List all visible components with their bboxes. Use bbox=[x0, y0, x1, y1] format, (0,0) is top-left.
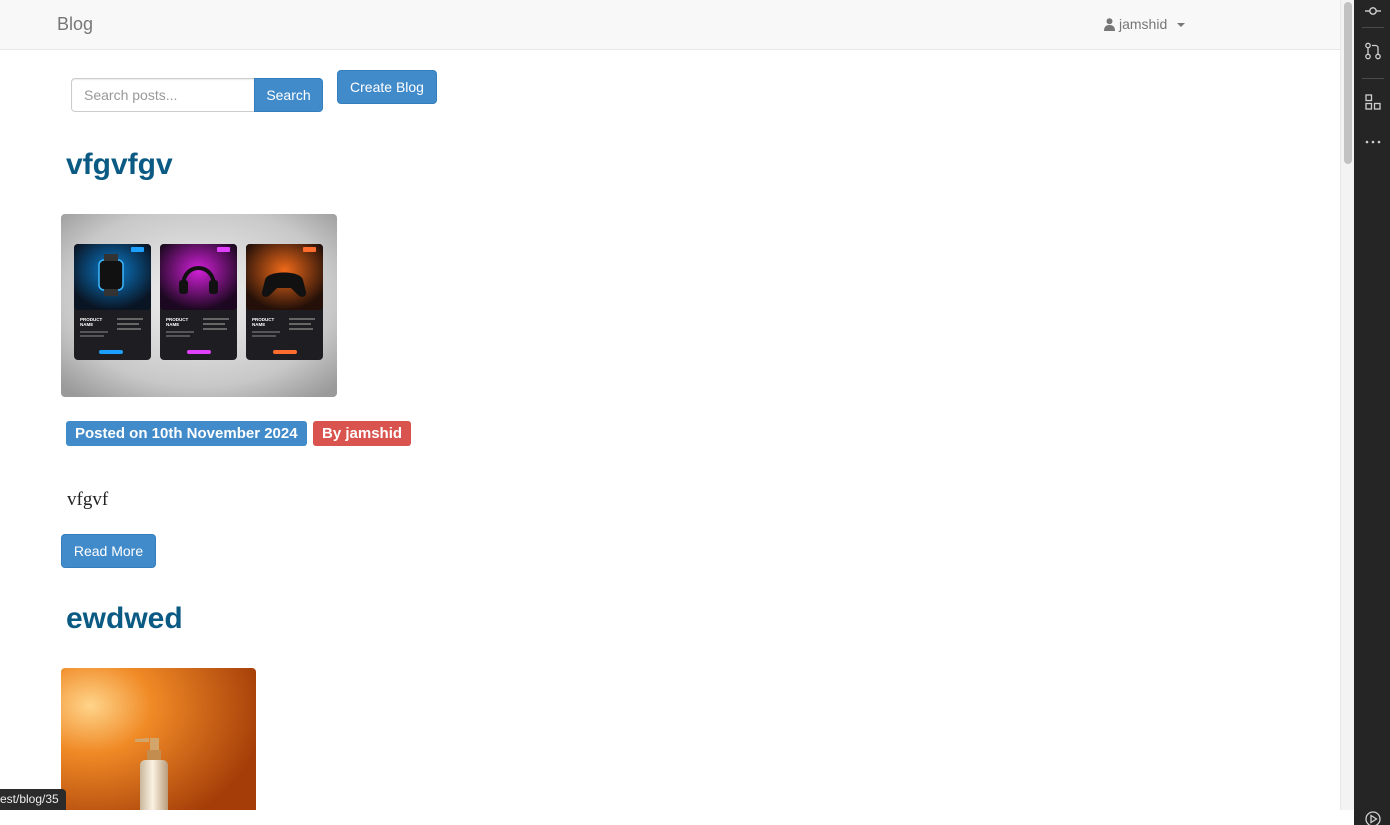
product-cards-image: PRODUCT NAME PRODUCT NAME PRODUCT NAME bbox=[61, 214, 337, 397]
browser-viewport: Blog jamshid Search Create Blog vfgvfgv bbox=[0, 0, 1340, 810]
search-form: Search bbox=[71, 78, 323, 112]
scrollbar-thumb[interactable] bbox=[1344, 2, 1352, 164]
status-bar-url: est/blog/35 bbox=[0, 789, 66, 810]
search-button[interactable]: Search bbox=[254, 78, 323, 112]
page-scrollbar[interactable] bbox=[1340, 0, 1354, 810]
more-icon[interactable] bbox=[1364, 133, 1382, 151]
post-date-badge: Posted on 10th November 2024 bbox=[66, 421, 307, 446]
user-dropdown[interactable]: jamshid bbox=[1104, 16, 1186, 32]
caret-down-icon bbox=[1177, 23, 1186, 27]
user-name: jamshid bbox=[1119, 16, 1168, 32]
post-title[interactable]: vfgvfgv bbox=[66, 148, 173, 182]
search-input[interactable] bbox=[71, 78, 254, 112]
post-title[interactable]: ewdwed bbox=[66, 602, 183, 636]
user-icon bbox=[1104, 17, 1115, 31]
svg-text:NAME: NAME bbox=[80, 322, 93, 327]
read-more-button[interactable]: Read More bbox=[61, 534, 156, 568]
window-bottom-edge bbox=[0, 810, 1354, 825]
post-image[interactable] bbox=[61, 668, 256, 810]
svg-text:NAME: NAME bbox=[252, 322, 265, 327]
navbar: Blog jamshid bbox=[0, 0, 1340, 50]
svg-text:NAME: NAME bbox=[166, 322, 179, 327]
pull-request-icon[interactable] bbox=[1364, 42, 1382, 60]
create-blog-button[interactable]: Create Blog bbox=[337, 70, 437, 104]
side-activity-panel bbox=[1354, 0, 1390, 825]
side-separator bbox=[1362, 78, 1384, 79]
bottle-image bbox=[61, 668, 256, 810]
post-author-badge: By jamshid bbox=[313, 421, 412, 446]
post-image[interactable]: PRODUCT NAME PRODUCT NAME PRODUCT NAME bbox=[61, 214, 337, 397]
navbar-brand[interactable]: Blog bbox=[57, 14, 93, 35]
post-excerpt: vfgvf bbox=[67, 489, 109, 510]
run-icon[interactable] bbox=[1364, 810, 1382, 825]
side-separator bbox=[1362, 27, 1384, 28]
extensions-icon[interactable] bbox=[1364, 93, 1382, 111]
commit-icon[interactable] bbox=[1364, 2, 1382, 20]
